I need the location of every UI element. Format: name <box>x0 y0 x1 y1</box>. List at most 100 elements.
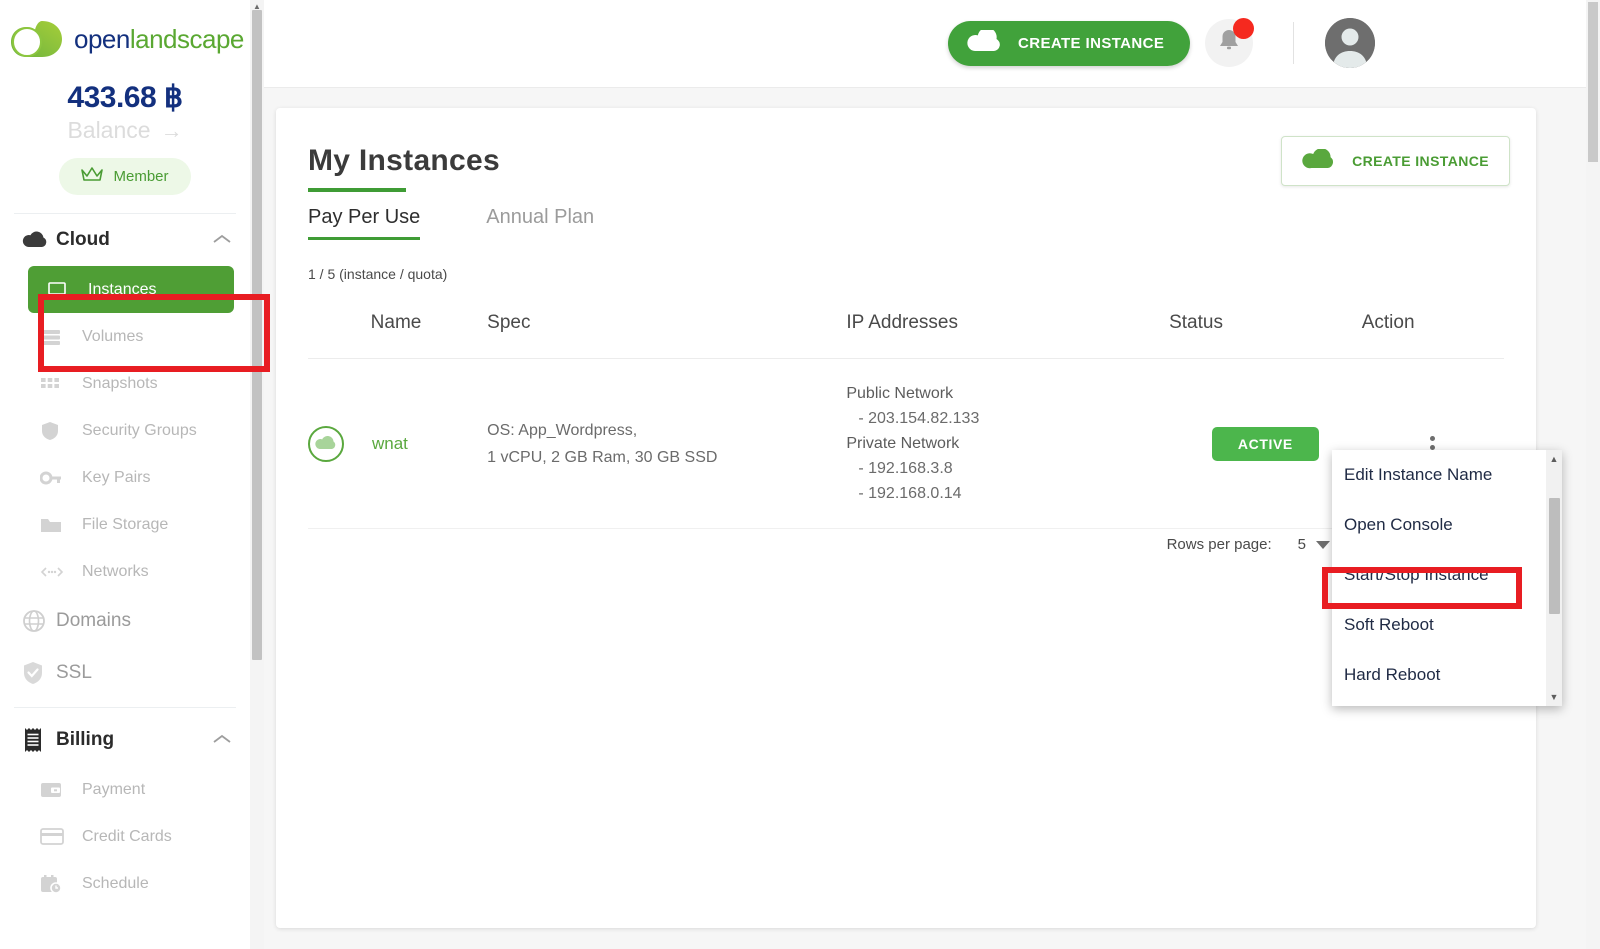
page-scrollbar-thumb[interactable] <box>1588 2 1598 162</box>
sidebar: openlandscape 433.68 ฿ Balance → Member … <box>0 0 250 949</box>
private-network-ip-2: - 192.168.0.14 <box>858 485 962 502</box>
sidebar-item-ssl[interactable]: SSL <box>0 647 250 699</box>
receipt-icon <box>22 727 56 753</box>
scroll-up-arrow-icon[interactable]: ▲ <box>1546 452 1562 466</box>
create-instance-label: CREATE INSTANCE <box>1018 35 1165 52</box>
sidebar-item-security-groups[interactable]: Security Groups <box>22 407 240 454</box>
sidebar-item-payment[interactable]: Payment <box>22 766 240 813</box>
schedule-icon <box>40 874 82 894</box>
col-header-name: Name <box>370 300 488 359</box>
col-header-action: Action <box>1361 300 1504 359</box>
wallet-icon <box>40 781 82 799</box>
table-row[interactable]: wnat OS: App_Wordpress, 1 vCPU, 2 GB Ram… <box>308 358 1504 529</box>
sidebar-scrollbar-thumb[interactable] <box>252 10 262 660</box>
balance-amount: 433.68 ฿ <box>67 81 183 114</box>
rows-per-page-select[interactable]: 5 <box>1298 536 1330 553</box>
notifications-button[interactable] <box>1205 18 1254 67</box>
scroll-down-arrow-icon[interactable]: ▼ <box>1546 690 1562 704</box>
col-header-ip-addresses: IP Addresses <box>846 300 1170 359</box>
cloud-instance-icon <box>308 425 344 462</box>
sidebar-item-key-pairs-label: Key Pairs <box>82 468 151 486</box>
sidebar-item-snapshots[interactable]: Snapshots <box>22 360 240 407</box>
balance-label: Balance <box>67 117 151 143</box>
status-badge: ACTIVE <box>1211 426 1319 461</box>
tab-pay-per-use[interactable]: Pay Per Use <box>308 206 421 240</box>
action-menu-scrollbar[interactable]: ▲ ▼ <box>1546 450 1562 706</box>
sidebar-item-networks-label: Networks <box>82 562 149 580</box>
member-label: Member <box>113 168 169 185</box>
sidebar-item-snapshots-label: Snapshots <box>82 374 158 392</box>
sidebar-group-billing-label: Billing <box>56 729 115 750</box>
rows-per-page-label: Rows per page: <box>1166 536 1272 553</box>
private-network-label: Private Network <box>846 435 960 452</box>
sidebar-group-cloud-label: Cloud <box>56 229 110 250</box>
credit-card-icon <box>40 828 82 845</box>
private-network-ip-1: - 192.168.3.8 <box>858 460 953 477</box>
avatar[interactable] <box>1325 18 1375 68</box>
sidebar-group-billing[interactable]: Billing <box>0 714 250 766</box>
sidebar-item-payment-label: Payment <box>82 780 146 798</box>
balance-section: 433.68 ฿ Balance → Member <box>0 80 250 195</box>
network-icon <box>40 566 82 578</box>
menu-item-start-stop-instance[interactable]: Start/Stop Instance <box>1332 550 1562 600</box>
volumes-icon <box>40 328 82 346</box>
folder-icon <box>40 516 82 533</box>
create-instance-label: CREATE INSTANCE <box>1352 153 1489 169</box>
header-separator <box>1293 22 1294 64</box>
sidebar-item-credit-cards-label: Credit Cards <box>82 827 172 845</box>
cloud-icon <box>966 27 1002 58</box>
col-header-status: Status <box>1169 300 1362 359</box>
menu-item-open-console[interactable]: Open Console <box>1332 500 1562 550</box>
application-root: openlandscape 433.68 ฿ Balance → Member … <box>0 0 1600 949</box>
snapshots-icon <box>40 376 82 392</box>
cloud-icon <box>1302 147 1336 174</box>
tab-annual-plan[interactable]: Annual Plan <box>486 206 594 240</box>
instance-action-menu: Edit Instance Name Open Console Start/St… <box>1332 450 1562 706</box>
cell-name: wnat <box>308 358 488 529</box>
page-title: My Instances <box>308 144 501 177</box>
top-header: CREATE INSTANCE <box>264 0 1600 88</box>
cell-spec: OS: App_Wordpress, 1 vCPU, 2 GB Ram, 30 … <box>487 358 847 529</box>
brand-logo[interactable]: openlandscape <box>0 0 250 60</box>
instances-table: Name Spec IP Addresses Status Action wna… <box>308 300 1504 529</box>
table-header-row: Name Spec IP Addresses Status Action <box>308 300 1504 359</box>
brand-wordmark: openlandscape <box>74 23 244 54</box>
crown-icon <box>81 167 104 186</box>
create-instance-button-header[interactable]: CREATE INSTANCE <box>948 21 1191 66</box>
sidebar-group-cloud[interactable]: Cloud <box>0 214 250 266</box>
key-icon <box>40 471 82 485</box>
shield-icon <box>40 421 82 441</box>
sidebar-item-volumes[interactable]: Volumes <box>22 313 240 360</box>
quota-text: 1 / 5 (instance / quota) <box>308 266 448 282</box>
menu-item-edit-instance-name[interactable]: Edit Instance Name <box>1332 450 1562 500</box>
sidebar-item-key-pairs[interactable]: Key Pairs <box>22 454 240 501</box>
balance-link[interactable]: Balance → <box>0 117 250 144</box>
menu-item-hard-reboot[interactable]: Hard Reboot <box>1332 650 1562 700</box>
instance-name-link[interactable]: wnat <box>372 434 408 454</box>
sidebar-item-volumes-label: Volumes <box>82 327 144 345</box>
sidebar-item-security-groups-label: Security Groups <box>82 421 197 439</box>
globe-icon <box>22 609 56 633</box>
sidebar-item-instances[interactable]: Instances <box>28 266 234 313</box>
col-header-spec: Spec <box>487 300 847 359</box>
sidebar-item-networks[interactable]: Networks <box>22 548 240 595</box>
sidebar-item-credit-cards[interactable]: Credit Cards <box>22 813 240 860</box>
chevron-up-icon <box>212 729 232 751</box>
sidebar-scrollbar[interactable]: ▲ <box>250 0 264 949</box>
page-scrollbar[interactable] <box>1586 0 1600 949</box>
sidebar-item-file-storage[interactable]: File Storage <box>22 501 240 548</box>
plan-tabs: Pay Per Use Annual Plan <box>308 206 594 240</box>
sidebar-item-instances-label: Instances <box>88 280 157 298</box>
sidebar-item-schedule[interactable]: Schedule <box>22 860 240 907</box>
menu-item-soft-reboot[interactable]: Soft Reboot <box>1332 600 1562 650</box>
chevron-up-icon <box>212 229 232 251</box>
cell-ip-addresses: Public Network - 203.154.82.133 Private … <box>846 358 1170 529</box>
action-menu-scrollbar-thumb[interactable] <box>1549 498 1560 614</box>
sidebar-item-domains-label: Domains <box>56 610 131 631</box>
spec-os: OS: App_Wordpress, <box>487 421 638 439</box>
sidebar-item-schedule-label: Schedule <box>82 874 149 892</box>
spec-resources: 1 vCPU, 2 GB Ram, 30 GB SSD <box>487 448 718 466</box>
public-network-ip: - 203.154.82.133 <box>858 410 980 427</box>
create-instance-button-card[interactable]: CREATE INSTANCE <box>1281 136 1510 186</box>
sidebar-item-domains[interactable]: Domains <box>0 595 250 647</box>
